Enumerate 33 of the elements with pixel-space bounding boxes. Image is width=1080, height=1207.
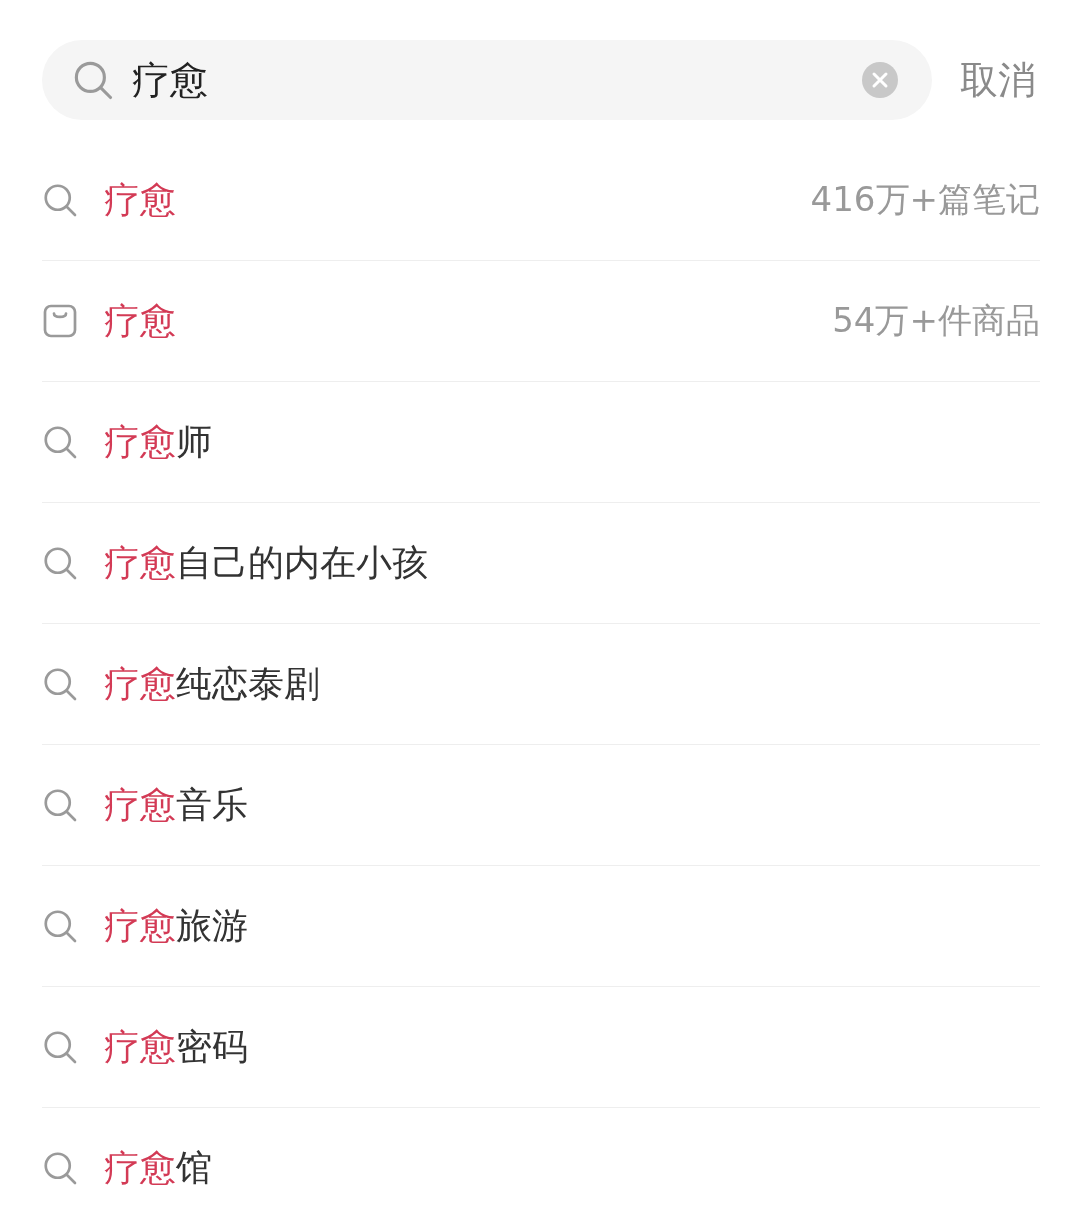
clear-icon[interactable] xyxy=(862,62,898,98)
search-icon xyxy=(42,1150,78,1186)
suggestion-text: 疗愈馆 xyxy=(104,1145,213,1190)
search-icon xyxy=(42,545,78,581)
suggestion-item[interactable]: 疗愈馆 xyxy=(42,1108,1040,1207)
search-icon xyxy=(72,59,114,101)
result-count: 416万+篇笔记 xyxy=(810,178,1040,221)
suggestion-text: 疗愈师 xyxy=(104,419,213,464)
suggestion-item[interactable]: 疗愈密码 xyxy=(42,987,1040,1108)
suggestion-text: 疗愈 xyxy=(104,298,177,343)
suggestion-text: 疗愈音乐 xyxy=(104,782,249,827)
search-icon xyxy=(42,908,78,944)
suggestion-item[interactable]: 疗愈音乐 xyxy=(42,745,1040,866)
search-icon xyxy=(42,787,78,823)
suggestion-item[interactable]: 疗愈师 xyxy=(42,382,1040,503)
suggestion-item[interactable]: 疗愈 54万+件商品 xyxy=(42,261,1040,382)
suggestion-item[interactable]: 疗愈自己的内在小孩 xyxy=(42,503,1040,624)
search-icon xyxy=(42,1029,78,1065)
search-icon xyxy=(42,424,78,460)
suggestion-item[interactable]: 疗愈旅游 xyxy=(42,866,1040,987)
search-icon xyxy=(42,666,78,702)
suggestion-text: 疗愈纯恋泰剧 xyxy=(104,661,321,706)
suggestion-text: 疗愈自己的内在小孩 xyxy=(104,540,429,585)
shopping-bag-icon xyxy=(42,303,78,339)
suggestion-item[interactable]: 疗愈 416万+篇笔记 xyxy=(42,140,1040,261)
search-field[interactable]: 疗愈 xyxy=(42,40,932,120)
search-input[interactable]: 疗愈 xyxy=(132,58,844,102)
suggestion-text: 疗愈密码 xyxy=(104,1024,249,1069)
search-icon xyxy=(42,182,78,218)
suggestion-text: 疗愈 xyxy=(104,177,177,222)
suggestion-text: 疗愈旅游 xyxy=(104,903,249,948)
result-count: 54万+件商品 xyxy=(832,299,1040,342)
suggestion-item[interactable]: 疗愈纯恋泰剧 xyxy=(42,624,1040,745)
